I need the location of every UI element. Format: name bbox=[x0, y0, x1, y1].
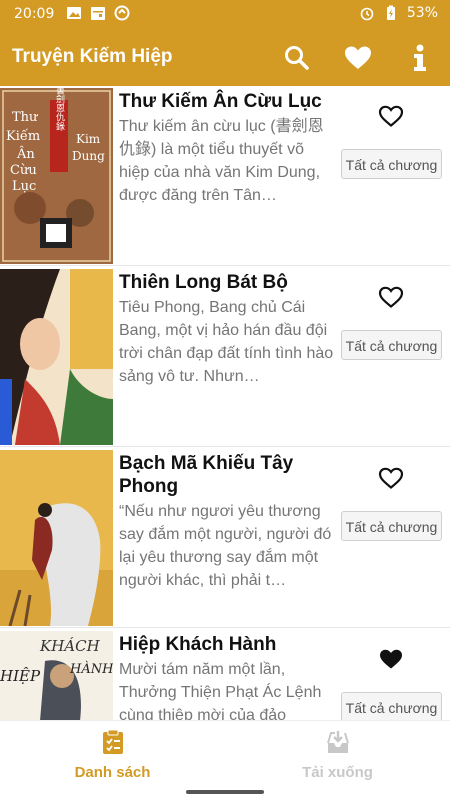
download-tray-icon bbox=[326, 731, 349, 753]
search-icon[interactable] bbox=[281, 42, 313, 74]
book-cover-image: Thư Kiếm Ân Cừu Lục Kim Dung 書劍恩仇錄 bbox=[0, 88, 113, 264]
all-chapters-button[interactable]: Tất cả chương bbox=[341, 692, 442, 720]
book-cover-image bbox=[0, 269, 113, 445]
tab-tai-xuong[interactable]: Tải xuống bbox=[225, 729, 450, 781]
cover-text-6: Kim bbox=[76, 132, 101, 146]
story-description: Thư kiếm ân cừu lục (書劍恩仇錄) là một tiểu … bbox=[119, 118, 324, 204]
status-time: 20:09 bbox=[14, 6, 55, 22]
favorite-outline-icon[interactable] bbox=[378, 466, 404, 490]
all-chapters-button[interactable]: Tất cả chương bbox=[341, 149, 442, 179]
story-title: Hiệp Khách Hành bbox=[119, 634, 277, 655]
favorite-outline-icon[interactable] bbox=[378, 104, 404, 128]
home-indicator[interactable] bbox=[186, 790, 264, 794]
battery-percent: 53% bbox=[406, 5, 438, 21]
cover-text-1: Thư bbox=[12, 110, 38, 125]
story-title: Bạch Mã Khiếu Tây Phong bbox=[119, 453, 294, 497]
book-cover-image: KHÁCH HIỆP HÀNH bbox=[0, 631, 113, 720]
bottom-navigation: Danh sách Tải xuống bbox=[0, 720, 450, 800]
story-description: “Nếu như ngươi yêu thương say đắm một ng… bbox=[119, 503, 332, 589]
cover-text-2: HIỆP bbox=[0, 667, 41, 685]
tab-label: Danh sách bbox=[74, 764, 151, 781]
image-icon bbox=[67, 7, 81, 19]
all-chapters-button[interactable]: Tất cả chương bbox=[341, 330, 442, 360]
app-bar: Truyện Kiếm Hiệp bbox=[0, 30, 450, 86]
book-cover-image bbox=[0, 450, 113, 626]
clipboard-list-icon bbox=[102, 729, 123, 754]
cover-text-3: HÀNH bbox=[69, 661, 113, 677]
story-list: Thư Kiếm Ân Cừu Lục Kim Dung 書劍恩仇錄 Thư K… bbox=[0, 86, 450, 720]
tab-label: Tải xuống bbox=[302, 764, 373, 781]
favorite-outline-icon[interactable] bbox=[378, 285, 404, 309]
status-bar: 20:09 53% bbox=[0, 0, 450, 30]
story-item-hiep-khach[interactable]: KHÁCH HIỆP HÀNH Hiệp Khách Hành Mười tám… bbox=[0, 629, 450, 720]
cover-text-4: Cừu bbox=[10, 163, 37, 178]
story-description: Tiêu Phong, Bang chủ Cái Bang, một vị hả… bbox=[119, 299, 334, 385]
story-title: Thư Kiếm Ân Cừu Lục bbox=[119, 91, 322, 112]
calendar-icon bbox=[91, 7, 105, 20]
sync-icon bbox=[114, 5, 130, 21]
story-item-bach-ma[interactable]: Bạch Mã Khiếu Tây Phong “Nếu như ngươi y… bbox=[0, 448, 450, 628]
cover-text-1: KHÁCH bbox=[39, 637, 101, 655]
story-item-thien-long[interactable]: Thiên Long Bát Bộ Tiêu Phong, Bang chủ C… bbox=[0, 267, 450, 447]
battery-charging-icon bbox=[386, 5, 395, 20]
story-item-thu-kiem[interactable]: Thư Kiếm Ân Cừu Lục Kim Dung 書劍恩仇錄 Thư K… bbox=[0, 86, 450, 266]
story-description: Mười tám năm một lần, Thưởng Thiện Phạt … bbox=[119, 661, 322, 720]
cover-text-3: Ân bbox=[16, 146, 35, 162]
story-title: Thiên Long Bát Bộ bbox=[119, 272, 288, 293]
app-title: Truyện Kiếm Hiệp bbox=[12, 46, 173, 67]
cover-text-2: Kiếm bbox=[6, 128, 40, 144]
favorite-filled-icon[interactable] bbox=[378, 647, 404, 671]
cover-text-8: 書劍恩仇錄 bbox=[54, 88, 65, 131]
tab-danh-sach[interactable]: Danh sách bbox=[0, 729, 225, 781]
all-chapters-button[interactable]: Tất cả chương bbox=[341, 511, 442, 541]
favorites-heart-icon[interactable] bbox=[342, 42, 374, 74]
cover-text-7: Dung bbox=[72, 149, 105, 163]
cover-text-5: Lục bbox=[12, 179, 36, 194]
alarm-icon bbox=[360, 7, 374, 21]
info-icon[interactable] bbox=[404, 42, 436, 74]
